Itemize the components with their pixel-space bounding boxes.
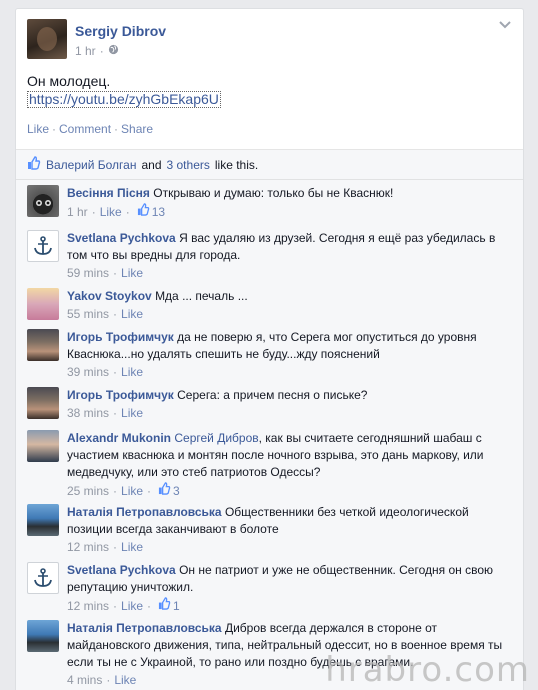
like-button[interactable]: Like — [27, 122, 49, 136]
like-count-value: 13 — [151, 204, 166, 219]
comment-text: Открываю и думаю: только бы не Кваснюк! — [153, 186, 394, 200]
like-count-value: 1 — [173, 598, 180, 613]
comment-text: Серега: а причем песня о письке? — [177, 388, 368, 402]
comment-like-count[interactable]: 3 — [158, 482, 180, 500]
man-photo[interactable] — [27, 387, 59, 419]
comment-like-button[interactable]: Like — [121, 265, 143, 282]
man-photo[interactable] — [27, 329, 59, 361]
woman-photo[interactable] — [27, 620, 59, 652]
share-button[interactable]: Share — [121, 122, 153, 136]
thumbs-up-icon — [158, 597, 171, 615]
post-link[interactable]: https://youtu.be/zyhGbEkap6U — [27, 91, 221, 108]
comment: Yakov Stoykov Мда ... печаль ... 55 mins… — [27, 288, 507, 323]
comment: Alexandr Mukonin Сергей Дибров, как вы с… — [27, 430, 507, 500]
anchor-icon[interactable] — [27, 230, 59, 262]
comment-time[interactable]: 12 mins — [67, 598, 109, 615]
woman-photo[interactable] — [27, 504, 59, 536]
watermark: hrabro.com — [325, 650, 530, 690]
post-actions: Like · Comment · Share — [27, 122, 154, 136]
comment-time[interactable]: 55 mins — [67, 306, 109, 323]
comment-like-button[interactable]: Like — [121, 405, 143, 422]
like-count-value: 3 — [173, 483, 180, 498]
comment-time[interactable]: 39 mins — [67, 364, 109, 381]
likes-suffix: like this. — [214, 157, 259, 172]
thumbs-up-icon — [27, 156, 41, 173]
comment-author[interactable]: Yakov Stoykov — [67, 289, 152, 303]
comment-like-count[interactable]: 1 — [158, 597, 180, 615]
comment-like-button[interactable]: Like — [121, 364, 143, 381]
post-author[interactable]: Sergiy Dibrov — [75, 23, 166, 39]
dot-separator: · — [99, 44, 104, 58]
comment-author[interactable]: Svetlana Pychkova — [67, 231, 176, 245]
comment: Весіння Пісня Открываю и думаю: только б… — [27, 185, 507, 221]
comment-time[interactable]: 1 hr — [67, 204, 88, 221]
comment-like-button[interactable]: Like — [121, 306, 143, 323]
comment-time[interactable]: 12 mins — [67, 539, 109, 556]
post-card: Sergiy Dibrov 1 hr · Он молодец. https:/… — [15, 8, 524, 690]
thumbs-up-icon — [158, 482, 171, 500]
comment-like-button[interactable]: Like — [114, 672, 136, 689]
comment: Игорь Трофимчук да не поверю я, что Сере… — [27, 329, 507, 381]
comment-mention[interactable]: Сергей Дибров — [174, 431, 258, 445]
liker-name[interactable]: Валерий Болган — [46, 158, 136, 172]
comment-author[interactable]: Наталія Петропавловська — [67, 505, 222, 519]
post-text: Он молодец. — [27, 73, 111, 89]
comment-like-button[interactable]: Like — [100, 204, 122, 221]
author-avatar[interactable] — [27, 19, 67, 59]
comment-author[interactable]: Игорь Трофимчук — [67, 388, 174, 402]
likes-summary: Валерий Болган and 3 others like this. — [16, 150, 523, 180]
likes-others-link[interactable]: 3 others — [167, 158, 210, 172]
comment-author[interactable]: Наталія Петропавловська — [67, 621, 222, 635]
comment: Наталія Петропавловська Общественники бе… — [27, 504, 507, 556]
post: Sergiy Dibrov 1 hr · Он молодец. https:/… — [16, 9, 523, 149]
comment-like-button[interactable]: Like — [121, 598, 143, 615]
comment-author[interactable]: Svetlana Pychkova — [67, 563, 176, 577]
comment-author[interactable]: Игорь Трофимчук — [67, 330, 174, 344]
comment: Svetlana Pychkova Я вас удаляю из друзей… — [27, 230, 507, 282]
comment: Svetlana Pychkova Он не патриот и уже не… — [27, 562, 507, 615]
comment-author[interactable]: Весіння Пісня — [67, 186, 150, 200]
girl-photo[interactable] — [27, 288, 59, 320]
comment-text: Мда ... печаль ... — [155, 289, 248, 303]
comment-like-button[interactable]: Like — [121, 539, 143, 556]
thumbs-up-icon — [137, 203, 150, 221]
chevron-down-icon[interactable] — [497, 19, 513, 31]
comment-time[interactable]: 59 mins — [67, 265, 109, 282]
comment-like-button[interactable]: Like — [121, 483, 143, 500]
comment-time[interactable]: 25 mins — [67, 483, 109, 500]
globe-icon[interactable] — [108, 44, 119, 58]
comment-time[interactable]: 4 mins — [67, 672, 102, 689]
anchor-icon[interactable] — [27, 562, 59, 594]
man-photo[interactable] — [27, 430, 59, 462]
likes-and: and — [141, 157, 162, 172]
comment: Игорь Трофимчук Серега: а причем песня о… — [27, 387, 507, 422]
comment-button[interactable]: Comment — [59, 122, 111, 136]
cat-icon[interactable] — [27, 185, 59, 217]
post-time[interactable]: 1 hr — [75, 44, 96, 58]
comment-time[interactable]: 38 mins — [67, 405, 109, 422]
comment-author[interactable]: Alexandr Mukonin — [67, 431, 171, 445]
comment-like-count[interactable]: 13 — [137, 203, 165, 221]
